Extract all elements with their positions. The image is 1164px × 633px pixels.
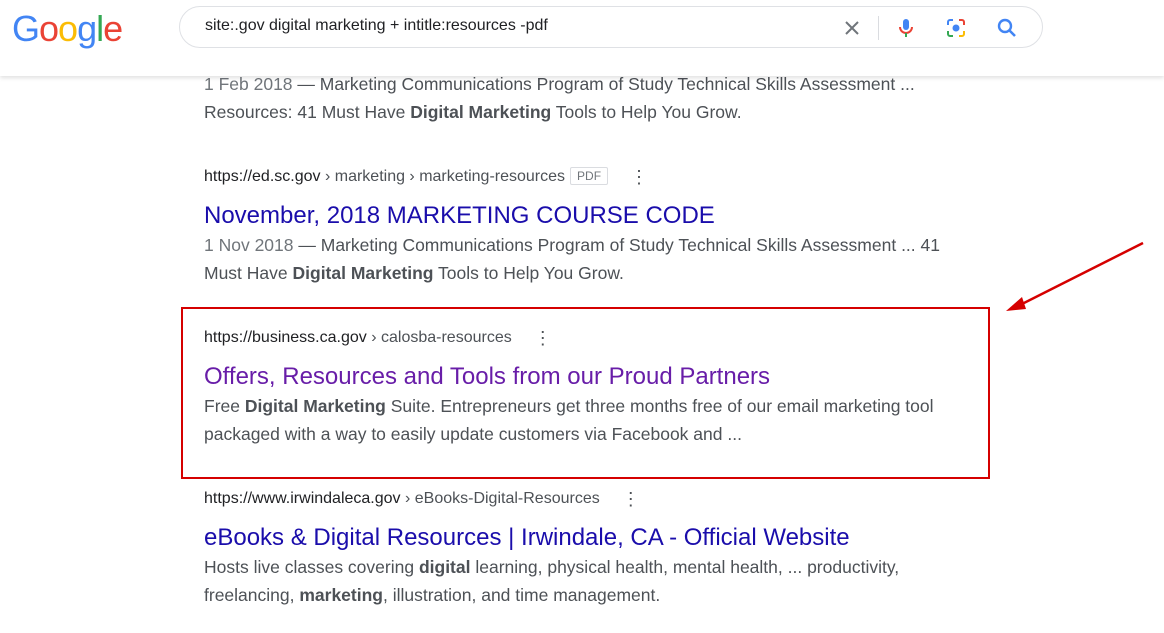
logo-letter: G <box>12 8 40 49</box>
divider <box>878 16 879 40</box>
url-host: https://ed.sc.gov <box>204 168 321 186</box>
result-title-link[interactable]: November, 2018 MARKETING COURSE CODE <box>204 201 940 231</box>
snippet-text: — Marketing Communications Program of St… <box>293 235 940 256</box>
search-box[interactable]: site:.gov digital marketing + intitle:re… <box>179 6 1043 48</box>
logo-letter: e <box>103 8 123 49</box>
logo-letter: l <box>96 8 104 49</box>
more-options-icon[interactable]: ⋮ <box>630 166 648 188</box>
snippet-text: Must Have <box>204 263 293 284</box>
result-snippet: Hosts live classes covering digital lear… <box>204 553 899 581</box>
snippet-text: Hosts live classes covering <box>204 557 419 578</box>
url-path: › eBooks-Digital-Resources <box>400 490 600 508</box>
snippet-text: Tools to Help You Grow. <box>433 263 624 284</box>
snippet-text: learning, physical health, mental health… <box>470 557 900 578</box>
result-title-link[interactable]: eBooks & Digital Resources | Irwindale, … <box>204 523 899 553</box>
snippet-text: freelancing, <box>204 585 300 606</box>
result-snippet: Resources: 41 Must Have Digital Marketin… <box>204 98 915 126</box>
search-header: Google site:.gov digital marketing + int… <box>0 0 1164 76</box>
search-input[interactable]: site:.gov digital marketing + intitle:re… <box>205 17 548 35</box>
result-date: 1 Nov 2018 <box>204 235 294 256</box>
snippet-text: — Marketing Communications Program of St… <box>292 74 915 94</box>
snippet-bold: Digital Marketing <box>292 263 434 284</box>
result-snippet: 1 Nov 2018 — Marketing Communications Pr… <box>204 231 940 259</box>
search-result: https://www.irwindaleca.gov › eBooks-Dig… <box>204 488 899 609</box>
search-result: https://ed.sc.gov › marketing › marketin… <box>204 166 940 287</box>
snippet-text: Resources: 41 Must Have <box>204 102 411 122</box>
snippet-text: , illustration, and time management. <box>382 585 661 606</box>
more-options-icon[interactable]: ⋮ <box>622 488 640 510</box>
logo-letter: o <box>58 8 78 49</box>
result-url[interactable]: https://www.irwindaleca.gov › eBooks-Dig… <box>204 488 899 510</box>
result-snippet: Must Have Digital Marketing Tools to Hel… <box>204 259 940 287</box>
search-icon[interactable] <box>995 16 1019 40</box>
result-date: 1 Feb 2018 <box>204 74 293 94</box>
logo-letter: o <box>39 8 59 49</box>
logo-letter: g <box>77 8 97 49</box>
snippet-bold: marketing <box>299 585 383 606</box>
result-url[interactable]: https://ed.sc.gov › marketing › marketin… <box>204 166 940 188</box>
camera-lens-icon[interactable] <box>944 16 968 40</box>
annotation-arrow-icon <box>1006 241 1144 311</box>
snippet-bold: digital <box>418 557 471 578</box>
microphone-icon[interactable] <box>894 16 918 40</box>
search-result: 1 Feb 2018 — Marketing Communications Pr… <box>204 70 915 126</box>
result-snippet: freelancing, marketing, illustration, an… <box>204 581 899 609</box>
clear-icon[interactable] <box>840 16 864 40</box>
snippet-text: Tools to Help You Grow. <box>551 102 742 122</box>
highlight-box <box>181 307 990 479</box>
url-host: https://www.irwindaleca.gov <box>204 490 401 508</box>
url-path: › marketing › marketing-resources <box>320 168 566 186</box>
pdf-badge: PDF <box>570 167 609 186</box>
snippet-bold: Digital Marketing <box>410 102 552 122</box>
google-logo[interactable]: Google <box>12 8 123 50</box>
